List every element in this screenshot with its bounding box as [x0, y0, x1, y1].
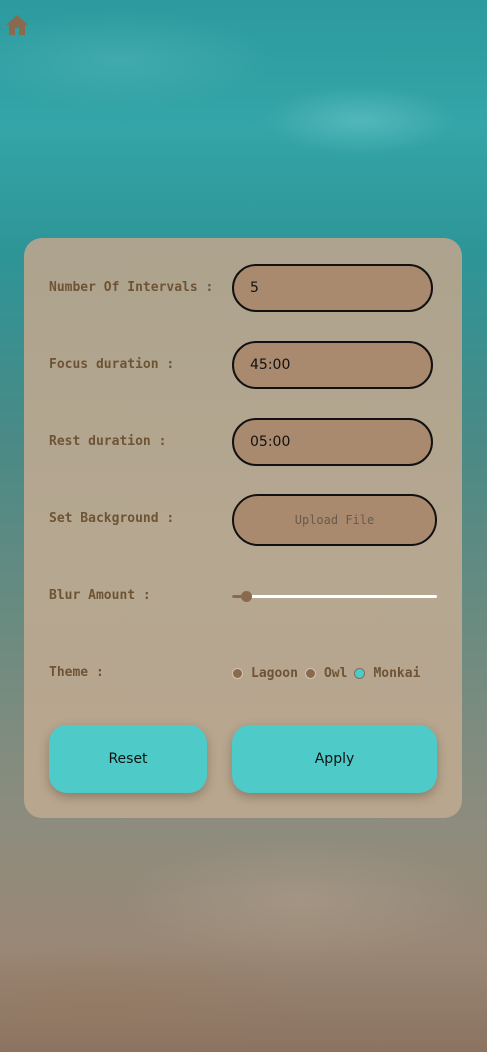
- blur-amount-label: Blur Amount :: [49, 588, 151, 603]
- theme-options: Lagoon Owl Monkai: [232, 665, 427, 681]
- theme-radio-lagoon[interactable]: [232, 667, 243, 679]
- intervals-label: Number Of Intervals :: [49, 280, 214, 295]
- theme-option-lagoon[interactable]: Lagoon: [251, 666, 298, 681]
- upload-file-button[interactable]: Upload File: [232, 494, 437, 546]
- intervals-input[interactable]: [232, 264, 433, 312]
- apply-button-label: Apply: [314, 751, 355, 767]
- set-background-label: Set Background :: [49, 511, 175, 526]
- focus-duration-label: Focus duration :: [49, 357, 175, 372]
- theme-radio-owl[interactable]: [304, 667, 316, 679]
- theme-option-monkai[interactable]: Monkai: [373, 666, 420, 681]
- reset-button[interactable]: Reset: [49, 725, 207, 793]
- theme-radio-monkai[interactable]: [354, 667, 366, 679]
- blur-slider-track[interactable]: [232, 595, 437, 598]
- theme-option-owl[interactable]: Owl: [324, 666, 347, 681]
- settings-panel: Number Of Intervals : Focus duration : R…: [24, 238, 462, 818]
- upload-file-label: Upload File: [294, 513, 375, 527]
- apply-button[interactable]: Apply: [232, 725, 437, 793]
- theme-label: Theme :: [49, 665, 104, 680]
- rest-duration-input[interactable]: [232, 418, 433, 466]
- rest-duration-label: Rest duration :: [49, 434, 167, 449]
- blur-slider-thumb[interactable]: [241, 591, 253, 602]
- focus-duration-input[interactable]: [232, 341, 433, 389]
- blur-slider[interactable]: [232, 586, 437, 606]
- reset-button-label: Reset: [108, 751, 148, 767]
- home-icon[interactable]: [5, 13, 29, 37]
